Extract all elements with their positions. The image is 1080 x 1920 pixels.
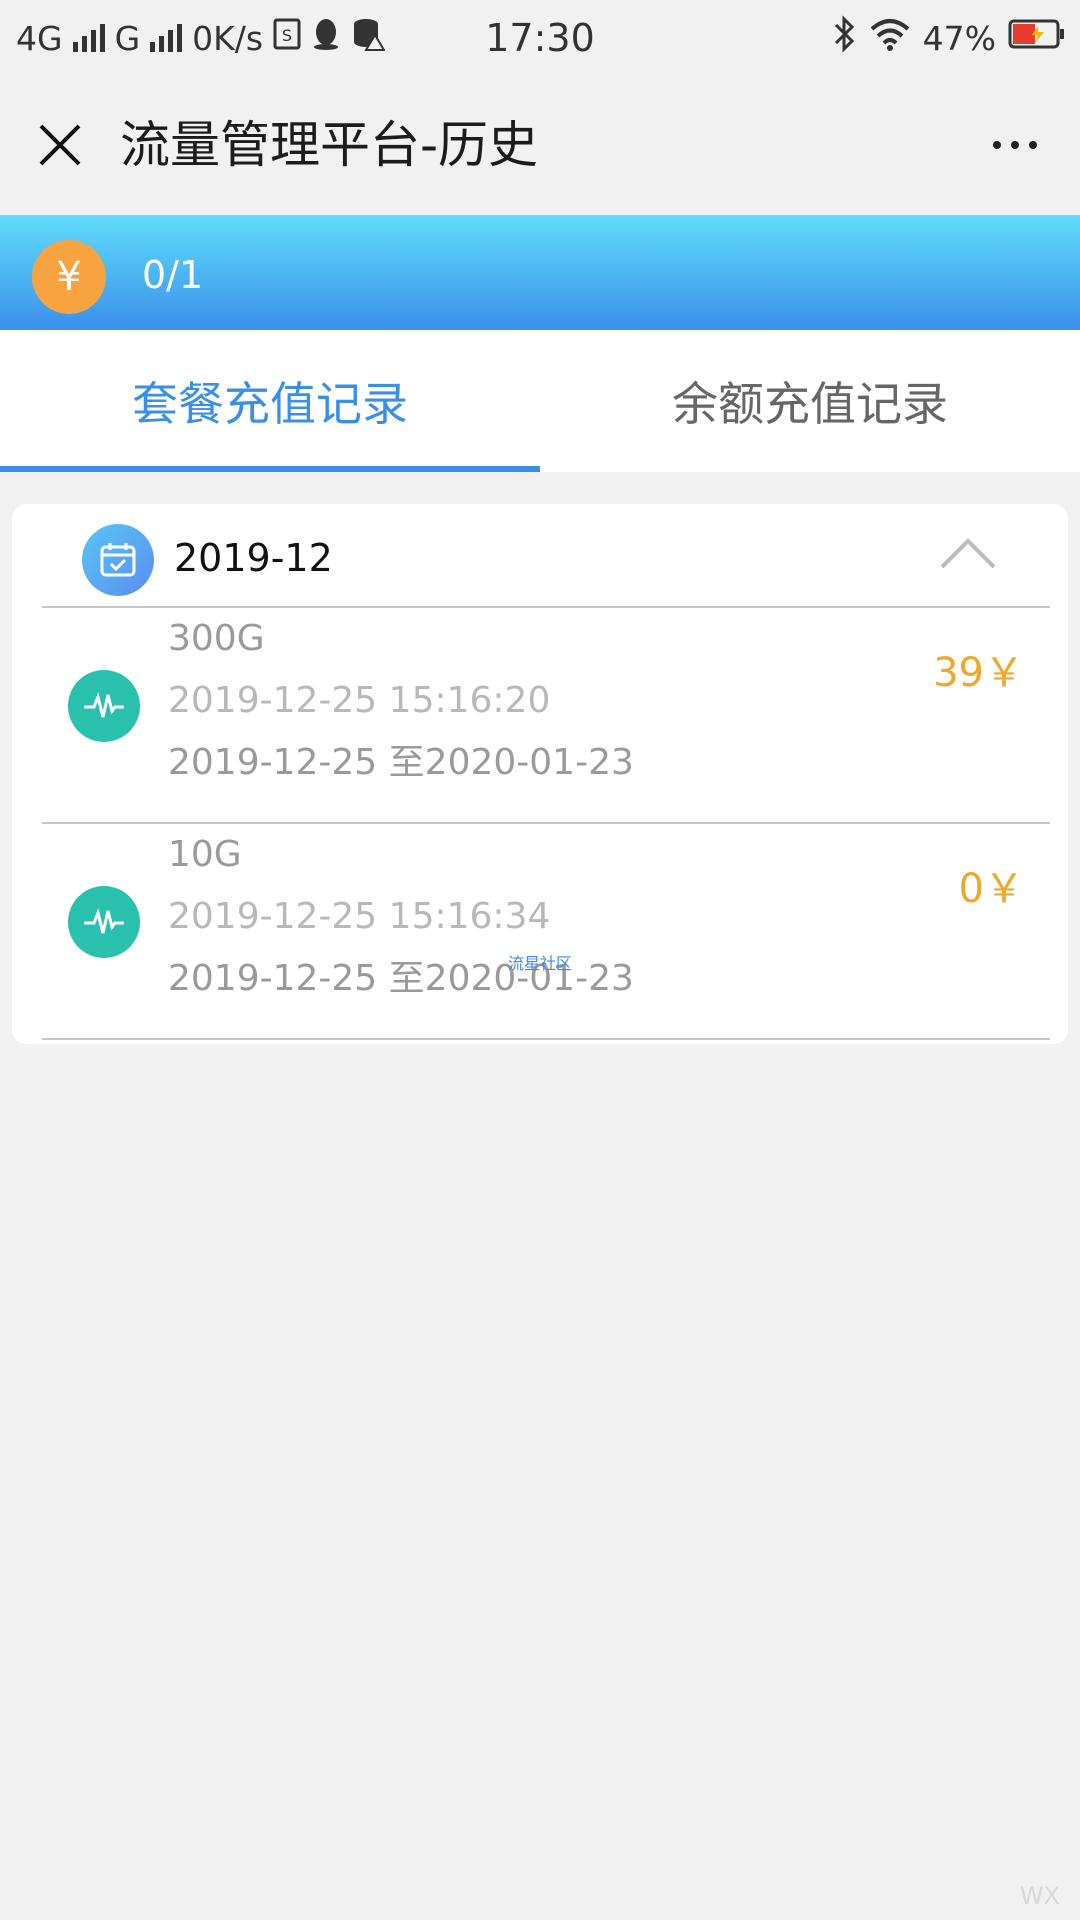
database-warning-icon: [351, 17, 386, 59]
balance-value: 0/1: [142, 253, 204, 297]
title-bar: 流量管理平台-历史: [0, 75, 1080, 215]
more-button[interactable]: [980, 115, 1050, 175]
network-type-1: 4G: [16, 18, 63, 58]
pulse-icon: [68, 670, 140, 742]
battery-icon: [1008, 18, 1066, 58]
tab-package-recharge[interactable]: 套餐充值记录: [0, 330, 540, 472]
more-dot: [1011, 141, 1019, 149]
close-icon: [39, 124, 81, 166]
page-title: 流量管理平台-历史: [120, 116, 539, 174]
status-left: 4G G 0K/s S: [16, 14, 386, 62]
collapse-button[interactable]: [936, 528, 1000, 578]
record-time: 2019-12-25 15:16:20: [168, 680, 551, 721]
status-right: 47%: [833, 14, 1066, 62]
battery-level: 47%: [922, 18, 996, 58]
more-dot: [1029, 141, 1037, 149]
record-validity: 2019-12-25 至2020-01-23: [168, 742, 634, 783]
wifi-icon: [869, 17, 911, 59]
record-tabs: 套餐充值记录 余额充值记录: [0, 330, 1080, 472]
qq-icon: [311, 17, 341, 59]
signal-icon: [72, 24, 105, 52]
chevron-up-icon: [940, 538, 996, 569]
bluetooth-icon: [833, 15, 857, 61]
record-price: 0￥: [958, 866, 1024, 912]
signal-icon: [150, 24, 183, 52]
month-header[interactable]: 2019-12: [42, 504, 1050, 608]
network-speed: 0K/s: [192, 18, 264, 58]
watermark-corner: WX: [1019, 1882, 1060, 1910]
list-item[interactable]: 300G 2019-12-25 15:16:20 2019-12-25 至202…: [42, 608, 1050, 824]
close-button[interactable]: [30, 115, 90, 175]
yuan-coin-icon: ¥: [32, 240, 106, 314]
record-name: 10G: [168, 834, 242, 875]
network-type-2: G: [114, 18, 141, 58]
more-dot: [993, 141, 1001, 149]
tab-balance-recharge[interactable]: 余额充值记录: [540, 330, 1080, 472]
list-item[interactable]: 10G 2019-12-25 15:16:34 2019-12-25 至2020…: [42, 824, 1050, 1040]
watermark-text: 流星社区: [508, 954, 573, 973]
svg-text:S: S: [282, 26, 292, 45]
month-label: 2019-12: [174, 536, 333, 580]
pulse-icon: [68, 886, 140, 958]
record-name: 300G: [168, 618, 265, 659]
balance-banner: ¥ 0/1: [0, 215, 1080, 330]
sim-icon: S: [273, 18, 301, 58]
record-time: 2019-12-25 15:16:34: [168, 896, 551, 937]
record-price: 39￥: [933, 650, 1024, 696]
status-bar: 4G G 0K/s S 17:30 47%: [0, 0, 1080, 75]
calendar-icon: [82, 524, 154, 596]
